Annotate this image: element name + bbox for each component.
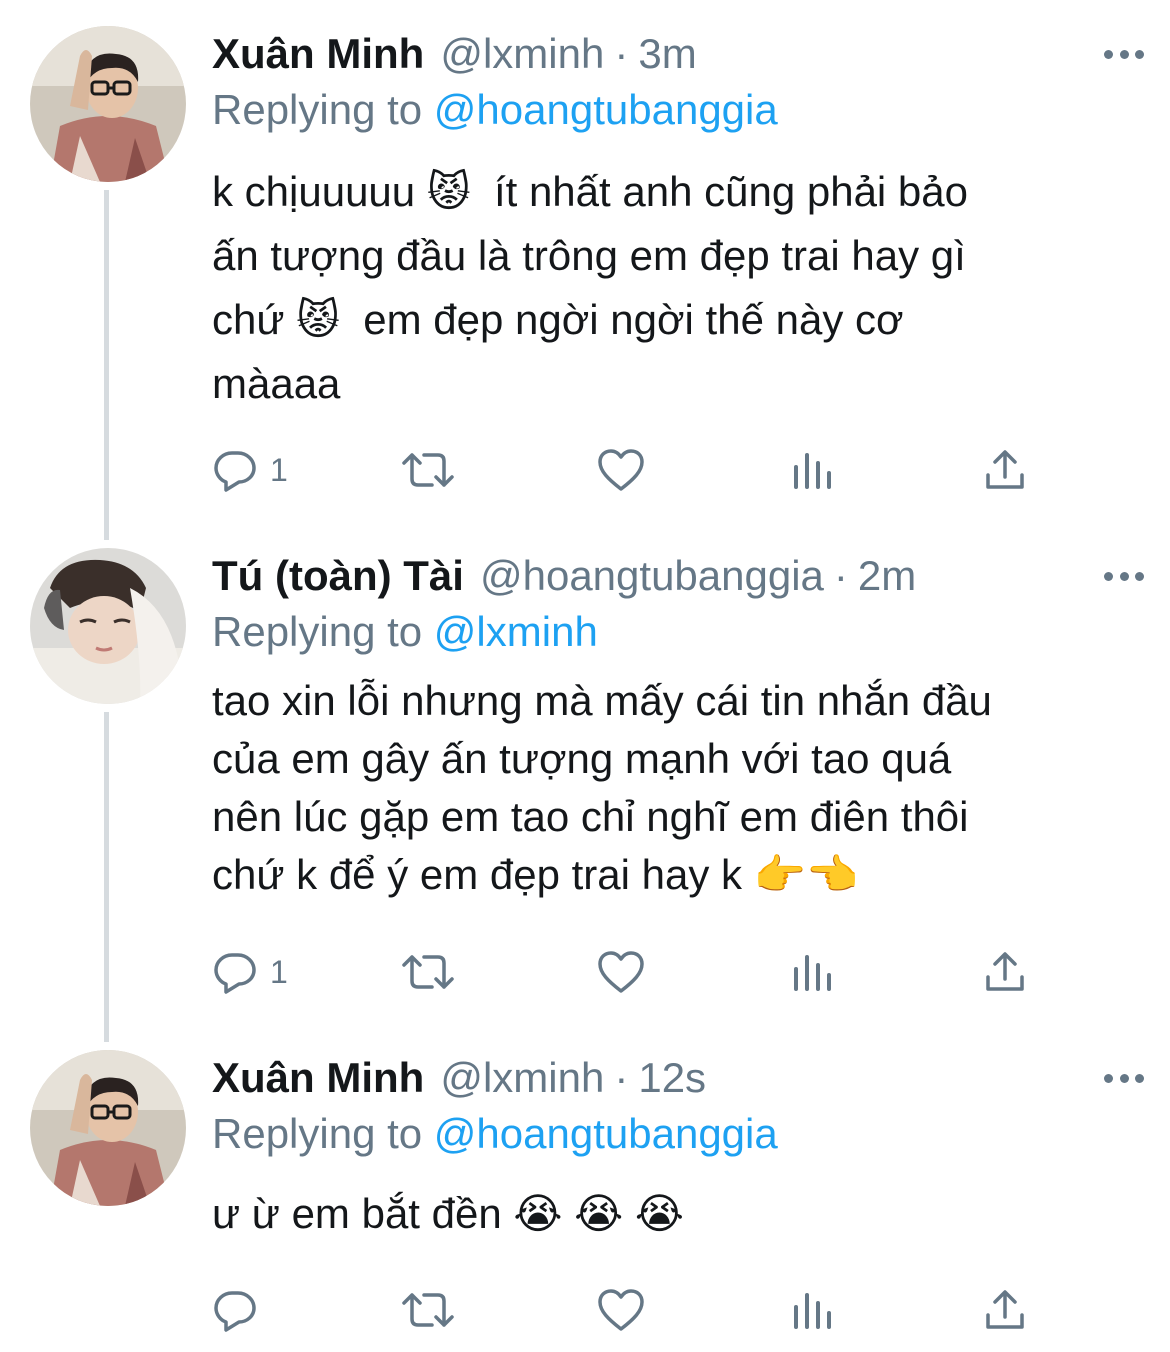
- tweet[interactable]: Xuân Minh @lxminh · 12s Replying to @hoa…: [0, 1050, 1170, 1352]
- display-name[interactable]: Xuân Minh: [212, 26, 424, 82]
- replying-to: Replying to @hoangtubanggia: [212, 1106, 778, 1162]
- tweet-header: Xuân Minh @lxminh · 12s: [212, 1050, 706, 1106]
- reply-button[interactable]: 1: [212, 440, 288, 500]
- display-name[interactable]: Tú (toàn) Tài: [212, 548, 464, 604]
- more-icon[interactable]: [1104, 566, 1144, 586]
- share-button[interactable]: [982, 440, 1028, 500]
- retweet-icon: [402, 955, 454, 989]
- reply-button[interactable]: 1: [212, 942, 288, 1002]
- tweet[interactable]: Tú (toàn) Tài @hoangtubanggia · 2m Reply…: [0, 548, 1170, 1028]
- like-button[interactable]: [596, 942, 646, 1002]
- replying-to: Replying to @lxminh: [212, 604, 598, 660]
- analytics-icon: [794, 1293, 831, 1329]
- share-icon: [986, 450, 1024, 489]
- replying-label: Replying to: [212, 608, 423, 655]
- tweet-actions: [212, 1280, 1052, 1340]
- retweet-icon: [402, 453, 454, 487]
- avatar-photo: [30, 26, 186, 182]
- analytics-button[interactable]: [790, 942, 834, 1002]
- heart-icon: [598, 449, 644, 491]
- tweet-actions: 1: [212, 440, 1052, 500]
- separator: ·: [614, 1054, 629, 1101]
- tweet-text: ư ừ em bắt đền 😭 😭 😭: [212, 1190, 684, 1237]
- analytics-icon: [794, 453, 831, 489]
- timestamp[interactable]: 12s: [638, 1050, 706, 1106]
- tweet-header: Tú (toàn) Tài @hoangtubanggia · 2m: [212, 548, 916, 604]
- retweet-button[interactable]: [400, 440, 456, 500]
- reply-button[interactable]: [212, 1280, 270, 1340]
- more-icon[interactable]: [1104, 1068, 1144, 1088]
- more-icon[interactable]: [1104, 44, 1144, 64]
- heart-icon: [598, 1289, 644, 1331]
- reply-count: 1: [270, 451, 288, 488]
- analytics-button[interactable]: [790, 1280, 834, 1340]
- retweet-button[interactable]: [400, 942, 456, 1002]
- username[interactable]: @lxminh: [440, 1050, 604, 1106]
- tweet-text: k chịuuuuu 😾 ít nhất anh cũng phải bảo ấ…: [212, 168, 968, 407]
- mention-link[interactable]: @hoangtubanggia: [434, 86, 778, 133]
- tweet-header: Xuân Minh @lxminh · 3m: [212, 26, 697, 82]
- separator: ·: [614, 30, 629, 77]
- like-button[interactable]: [596, 440, 646, 500]
- avatar[interactable]: [30, 26, 186, 182]
- mention-link[interactable]: @lxminh: [434, 608, 598, 655]
- share-icon: [986, 952, 1024, 991]
- mention-link[interactable]: @hoangtubanggia: [434, 1110, 778, 1157]
- timestamp[interactable]: 2m: [858, 548, 916, 604]
- reply-icon: [214, 451, 256, 492]
- tweet-actions: 1: [212, 942, 1052, 1002]
- username[interactable]: @lxminh: [440, 26, 604, 82]
- separator: ·: [833, 552, 848, 599]
- timestamp[interactable]: 3m: [638, 26, 696, 82]
- share-icon: [986, 1290, 1024, 1329]
- avatar-photo: [30, 1050, 186, 1206]
- heart-icon: [598, 951, 644, 993]
- share-button[interactable]: [982, 942, 1028, 1002]
- avatar-photo: [30, 548, 186, 704]
- analytics-button[interactable]: [790, 440, 834, 500]
- replying-label: Replying to: [212, 86, 423, 133]
- replying-to: Replying to @hoangtubanggia: [212, 82, 778, 138]
- replying-label: Replying to: [212, 1110, 423, 1157]
- retweet-button[interactable]: [400, 1280, 456, 1340]
- tweet-text: tao xin lỗi nhưng mà mấy cái tin nhắn đầ…: [212, 677, 992, 898]
- avatar[interactable]: [30, 548, 186, 704]
- avatar[interactable]: [30, 1050, 186, 1206]
- share-button[interactable]: [982, 1280, 1028, 1340]
- display-name[interactable]: Xuân Minh: [212, 1050, 424, 1106]
- like-button[interactable]: [596, 1280, 646, 1340]
- reply-count: 1: [270, 953, 288, 990]
- username[interactable]: @hoangtubanggia: [480, 548, 824, 604]
- retweet-icon: [402, 1293, 454, 1327]
- reply-icon: [214, 953, 256, 994]
- analytics-icon: [794, 955, 831, 991]
- tweet[interactable]: Xuân Minh @lxminh · 3m Replying to @hoan…: [0, 26, 1170, 526]
- reply-icon: [214, 1291, 256, 1332]
